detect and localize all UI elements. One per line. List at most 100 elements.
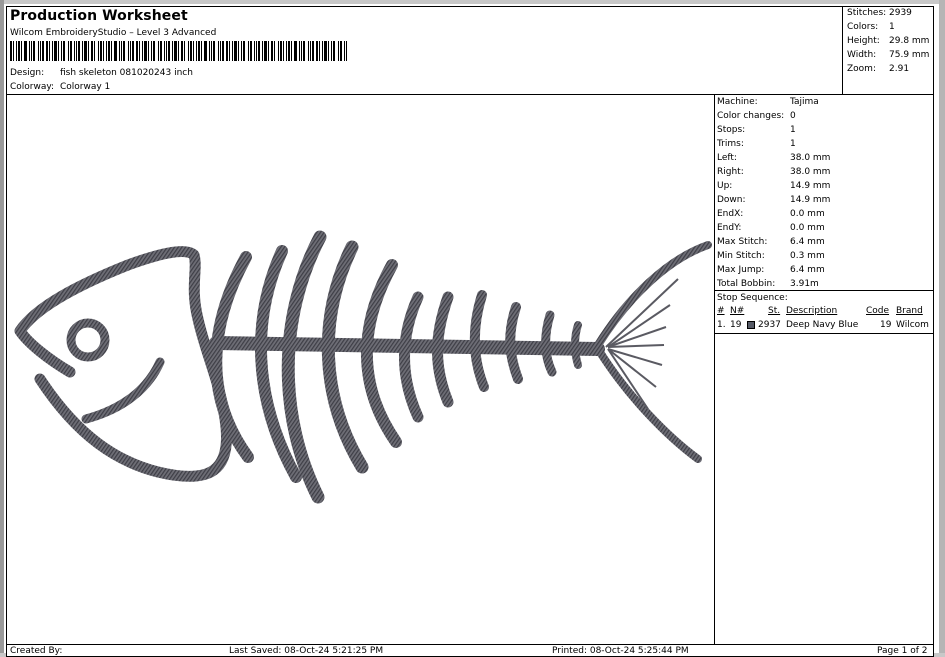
barcode-bar [190,41,192,61]
barcode-bar [38,41,39,61]
barcode-bar [78,41,80,61]
detail-stops: Stops: 1 [717,125,796,135]
fish-rib [321,240,369,474]
barcode-bar [24,41,27,61]
barcode-bar [218,41,219,61]
barcode-bar [312,41,314,61]
barcode-bar [58,41,59,61]
barcode-bar [250,41,252,61]
barcode-bar [220,41,221,61]
barcode-bar [166,41,167,61]
barcode-bar [241,41,242,61]
barcode-bar [106,41,107,61]
barcode-bar [222,41,224,61]
fish-tail-fins [605,278,679,410]
stop-row-st: 2937 [758,320,781,330]
barcode-bar [54,41,57,61]
barcode-bar [52,41,53,61]
stop-header-num: # [717,306,725,316]
detail-left: Left: 38.0 mm [717,153,831,163]
barcode-bar [333,41,335,61]
barcode-bar [278,41,279,61]
footer-divider [6,644,934,645]
design-line: Design: fish skeleton 081020243 inch [10,68,193,78]
barcode-bar [258,41,260,61]
barcode-bar [198,41,200,61]
barcode-bar [16,41,17,61]
barcode-bar [243,41,245,61]
fish-tail-lower [594,345,702,463]
footer-last-saved: Last Saved: 08-Oct-24 5:21:25 PM [229,646,384,656]
detail-max-jump: Max Jump: 6.4 mm [717,265,825,275]
colorway-line: Colorway: Colorway 1 [10,82,110,92]
barcode-bar [226,41,228,61]
barcode-bar [76,41,77,61]
stop-sequence-label: Stop Sequence: [717,293,788,303]
barcode-bar [46,41,48,61]
barcode-bar [201,41,202,61]
design-preview [14,230,712,504]
detail-up: Up: 14.9 mm [717,181,831,191]
stop-header-code: Code [866,306,890,316]
barcode-bar [98,41,99,61]
barcode-bar [294,41,297,61]
barcode-bar [319,41,320,61]
barcode-bar [82,41,83,61]
barcode-bar [108,41,110,61]
barcode-bar [144,41,147,61]
barcode-bar [280,41,282,61]
barcode-bar [264,41,267,61]
barcode-bar [229,41,230,61]
info-panel-divider [714,94,715,644]
barcode-bar [111,41,112,61]
barcode-bar [196,41,197,61]
barcode-bar [63,41,65,61]
barcode-bar [324,41,327,61]
barcode-bar [204,41,207,61]
fish-rib [361,259,402,448]
barcode-bar [310,41,311,61]
barcode-bar [213,41,215,61]
barcode-bar [188,41,189,61]
barcode-bar [344,41,345,61]
detail-min-stitch: Min Stitch: 0.3 mm [717,251,825,261]
colorway-label: Colorway: [10,82,55,92]
barcode-bar [139,41,140,61]
detail-right: Right: 38.0 mm [717,167,831,177]
barcode-bar [130,41,131,61]
barcode-bar [184,41,185,61]
barcode-bar [234,41,237,61]
barcode-bar [70,41,72,61]
barcode-bar [268,41,269,61]
barcode-bar [31,41,32,61]
fish-rib [571,321,582,369]
summary-divider [842,6,843,94]
fish-head-outline [14,246,233,482]
window-edge-right [939,0,945,657]
fish-tail-upper [594,241,712,349]
barcode-bar [164,41,165,61]
barcode-bar [254,41,255,61]
detail-machine: Machine: Tajima [717,97,819,107]
machine-details: Machine: Tajima Color changes: 0 Stops: 1 T… [717,97,830,293]
barcode-bar [100,41,102,61]
fish-eye [66,318,110,362]
window-edge-left [0,0,4,657]
barcode-bar [174,41,177,61]
barcode-bar [262,41,263,61]
barcode-bar [346,41,347,61]
barcode-bar [68,41,69,61]
design-name: fish skeleton 081020243 inch [60,68,193,78]
software-name: Wilcom EmbroideryStudio – Level 3 Advanc… [10,28,217,38]
barcode-bar [308,41,309,61]
barcode-bar [316,41,318,61]
detail-max-stitch: Max Stitch: 6.4 mm [717,237,825,247]
barcode-bar [94,41,95,61]
barcode-bar [49,41,50,61]
barcode-bar [291,41,292,61]
barcode-bar [338,41,339,61]
detail-endy: EndY: 0.0 mm [717,223,825,233]
detail-down: Down: 14.9 mm [717,195,831,205]
stop-sequence-divider-bottom [714,333,934,334]
design-label: Design: [10,68,45,78]
